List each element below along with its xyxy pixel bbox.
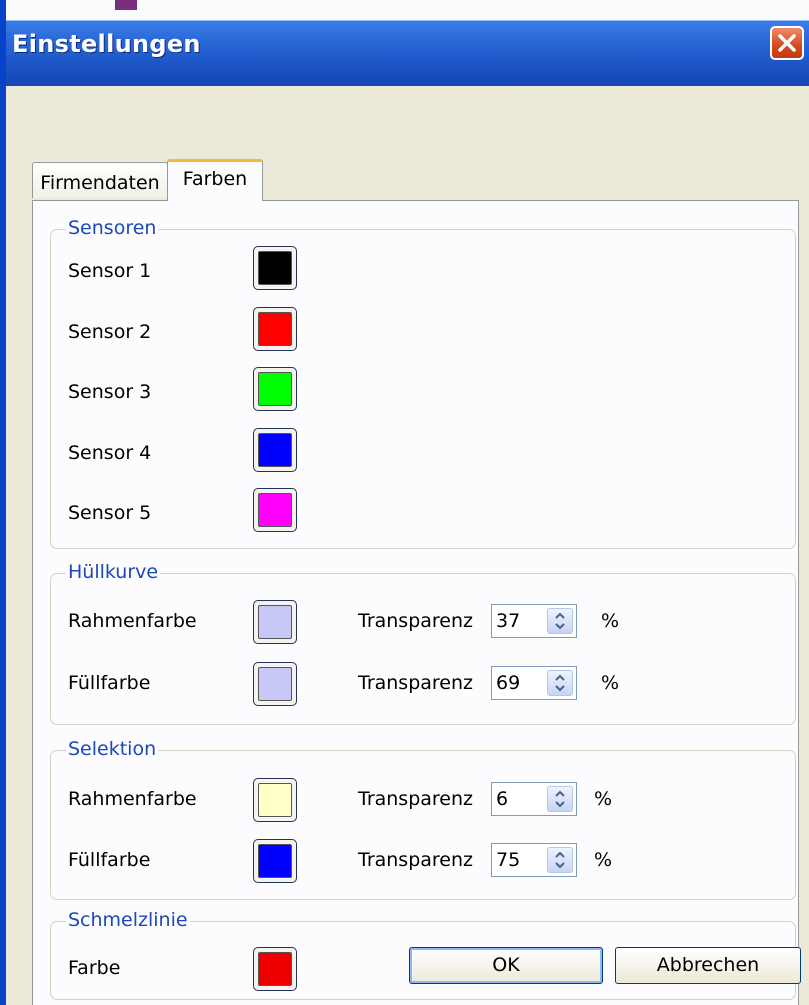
settings-dialog: Einstellungen Firmendaten Farben Sensore… bbox=[0, 0, 809, 1005]
huellkurve-fuellfarbe-label: Füllfarbe bbox=[68, 672, 151, 694]
sensor-4-color-button[interactable] bbox=[253, 428, 297, 472]
selektion-fuell-percent: % bbox=[594, 849, 613, 871]
group-legend-selektion: Selektion bbox=[66, 738, 159, 760]
selektion-rahmenfarbe-button[interactable] bbox=[253, 778, 297, 822]
group-legend-schmelzlinie: Schmelzlinie bbox=[66, 909, 190, 931]
huellkurve-rahmenfarbe-label: Rahmenfarbe bbox=[68, 610, 197, 632]
spinner-updown-icon[interactable] bbox=[547, 847, 573, 873]
close-button[interactable] bbox=[770, 26, 804, 60]
sensor-1-label: Sensor 1 bbox=[68, 260, 152, 282]
group-legend-sensoren: Sensoren bbox=[66, 217, 159, 239]
huellkurve-fuell-percent: % bbox=[601, 672, 620, 694]
tab-firmendaten[interactable]: Firmendaten bbox=[32, 162, 168, 198]
sensor-5-label: Sensor 5 bbox=[68, 502, 152, 524]
group-huellkurve: Hüllkurve Rahmenfarbe Transparenz 37 % F… bbox=[50, 561, 796, 725]
selektion-rahmen-transparenz-label: Transparenz bbox=[358, 788, 474, 810]
huellkurve-rahmenfarbe-button[interactable] bbox=[253, 600, 297, 644]
sensor-4-label: Sensor 4 bbox=[68, 442, 152, 464]
huellkurve-rahmen-transparenz-spinner[interactable]: 37 bbox=[491, 604, 577, 638]
spinner-updown-icon[interactable] bbox=[547, 670, 573, 696]
sensor-3-label: Sensor 3 bbox=[68, 381, 152, 403]
selektion-rahmenfarbe-color bbox=[258, 783, 292, 817]
sensor-4-color bbox=[258, 433, 292, 467]
schmelzlinie-farbe-button[interactable] bbox=[253, 947, 297, 991]
selektion-fuellfarbe-label: Füllfarbe bbox=[68, 849, 151, 871]
dialog-client-area: Firmendaten Farben Sensoren Sensor 1 Sen… bbox=[6, 86, 809, 1005]
selektion-rahmen-percent: % bbox=[594, 788, 613, 810]
selektion-rahmen-transparenz-spinner[interactable]: 6 bbox=[491, 782, 577, 816]
group-legend-huellkurve: Hüllkurve bbox=[66, 561, 161, 583]
spinner-updown-icon[interactable] bbox=[547, 786, 573, 812]
cancel-button[interactable]: Abbrechen bbox=[615, 947, 801, 984]
window-title: Einstellungen bbox=[12, 30, 201, 58]
huellkurve-fuellfarbe-color bbox=[258, 667, 292, 701]
huellkurve-fuell-transparenz-label: Transparenz bbox=[358, 672, 474, 694]
sensor-1-color-button[interactable] bbox=[253, 246, 297, 290]
sensor-5-color-button[interactable] bbox=[253, 488, 297, 532]
selektion-fuell-transparenz-value[interactable]: 75 bbox=[496, 849, 520, 871]
sensor-2-label: Sensor 2 bbox=[68, 321, 152, 343]
sensor-1-color bbox=[258, 251, 292, 285]
huellkurve-rahmen-percent: % bbox=[601, 610, 620, 632]
selektion-fuell-transparenz-spinner[interactable]: 75 bbox=[491, 843, 577, 877]
tab-panel-farben: Sensoren Sensor 1 Sensor 2 Sensor 3 Sens… bbox=[32, 200, 799, 1005]
tab-farben[interactable]: Farben bbox=[167, 159, 263, 201]
sensor-5-color bbox=[258, 493, 292, 527]
ok-button[interactable]: OK bbox=[409, 947, 603, 984]
selektion-rahmen-transparenz-value[interactable]: 6 bbox=[496, 788, 508, 810]
spinner-updown-icon[interactable] bbox=[547, 608, 573, 634]
huellkurve-fuellfarbe-button[interactable] bbox=[253, 662, 297, 706]
sensor-2-color bbox=[258, 312, 292, 346]
huellkurve-rahmen-transparenz-value[interactable]: 37 bbox=[496, 610, 520, 632]
group-sensoren: Sensoren Sensor 1 Sensor 2 Sensor 3 Sens… bbox=[50, 217, 796, 549]
sensor-2-color-button[interactable] bbox=[253, 307, 297, 351]
schmelzlinie-color bbox=[258, 952, 292, 986]
sensor-3-color bbox=[258, 372, 292, 406]
schmelzlinie-farbe-label: Farbe bbox=[68, 957, 121, 979]
sensor-3-color-button[interactable] bbox=[253, 367, 297, 411]
huellkurve-rahmenfarbe-color bbox=[258, 605, 292, 639]
selektion-fuellfarbe-button[interactable] bbox=[253, 839, 297, 883]
huellkurve-fuell-transparenz-value[interactable]: 69 bbox=[496, 672, 520, 694]
close-icon bbox=[778, 34, 796, 52]
selektion-fuell-transparenz-label: Transparenz bbox=[358, 849, 474, 871]
title-bar-accent bbox=[115, 0, 137, 10]
huellkurve-rahmen-transparenz-label: Transparenz bbox=[358, 610, 474, 632]
selektion-rahmenfarbe-label: Rahmenfarbe bbox=[68, 788, 197, 810]
title-bar[interactable]: Einstellungen bbox=[6, 0, 809, 86]
selektion-fuellfarbe-color bbox=[258, 844, 292, 878]
group-selektion: Selektion Rahmenfarbe Transparenz 6 % Fü… bbox=[50, 738, 796, 900]
huellkurve-fuell-transparenz-spinner[interactable]: 69 bbox=[491, 666, 577, 700]
